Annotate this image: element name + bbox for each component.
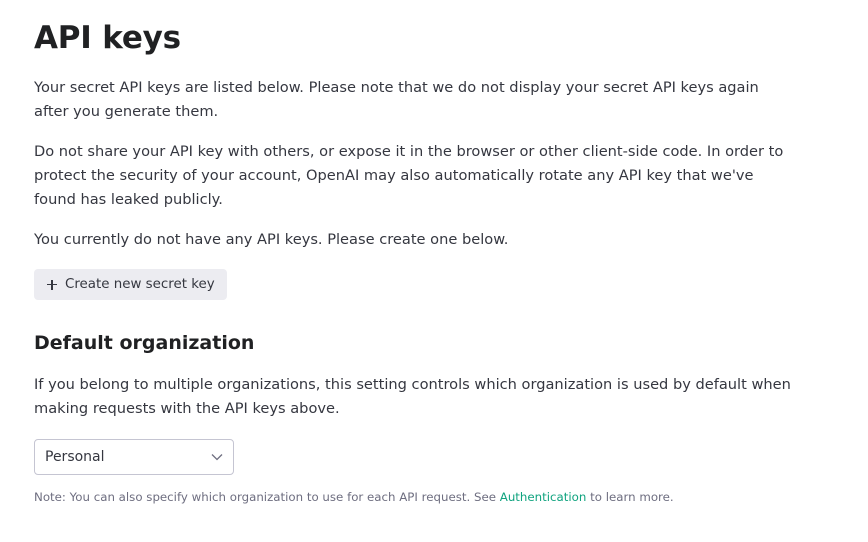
create-secret-key-button[interactable]: Create new secret key — [34, 269, 227, 300]
default-organization-description: If you belong to multiple organizations,… — [34, 376, 791, 417]
organization-select[interactable]: Personal — [34, 439, 234, 475]
authentication-link[interactable]: Authentication — [500, 490, 587, 504]
chevron-down-icon — [211, 454, 223, 461]
note-text-after: to learn more. — [586, 490, 674, 504]
organization-note: Note: You can also specify which organiz… — [34, 488, 674, 506]
page-title: API keys — [34, 20, 181, 56]
organization-select-value: Personal — [45, 449, 105, 465]
empty-state-message: You currently do not have any API keys. … — [34, 231, 509, 248]
default-organization-heading: Default organization — [34, 332, 255, 354]
intro-paragraph: Your secret API keys are listed below. P… — [34, 79, 759, 120]
security-warning-paragraph: Do not share your API key with others, o… — [34, 143, 784, 208]
plus-icon — [47, 279, 57, 290]
create-secret-key-label: Create new secret key — [65, 277, 215, 292]
note-text-before: Note: You can also specify which organiz… — [34, 490, 500, 504]
